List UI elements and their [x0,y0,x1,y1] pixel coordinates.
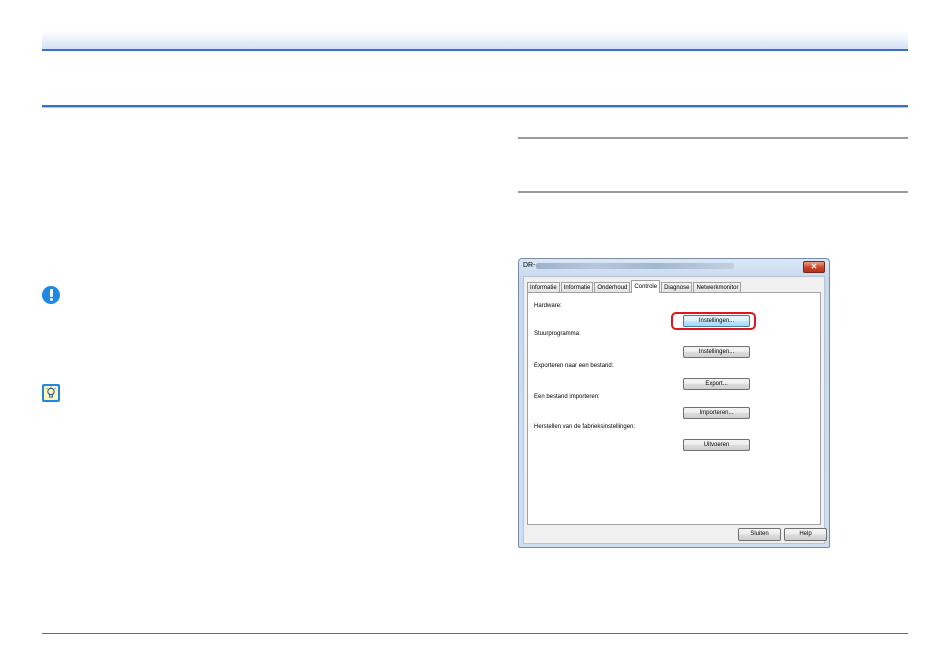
export-button[interactable]: Export... [683,378,750,390]
scanner-settings-dialog: DR- ✕ Informatie Informatie Onderhoud Co… [518,258,830,548]
important-icon [42,286,60,304]
tab-controle[interactable]: Controle [631,280,661,293]
dialog-client-area: Informatie Informatie Onderhoud Controle… [523,276,827,544]
close-button[interactable]: ✕ [803,261,825,273]
footer-rule [42,633,908,634]
dialog-title: DR- [523,262,536,269]
import-button[interactable]: Importeren... [683,407,750,419]
driver-label: Stuurprogramma: [534,331,581,337]
factory-reset-label: Herstellen van de fabrieksinstellingen: [534,424,636,430]
factory-reset-button[interactable]: Uitvoeren [683,439,750,451]
import-label: Een bestand importeren: [534,394,600,400]
step-rule-bottom [518,191,908,193]
header-band [42,30,908,51]
hardware-label: Hardware: [534,303,562,309]
dialog-titlebar[interactable]: DR- ✕ [519,259,829,275]
controle-panel: Hardware: Instellingen... Stuurprogramma… [527,292,821,525]
help-button[interactable]: Help [784,528,827,541]
lightbulb-icon [46,386,56,398]
step-rule-top [518,137,908,139]
dialog-title-blurred [536,263,734,269]
close-dialog-button[interactable]: Sluiten [738,528,781,541]
hint-icon [42,384,60,402]
hardware-settings-button[interactable]: Instellingen... [683,315,750,327]
export-label: Exporteren naar een bestand: [534,363,614,369]
section-rule [42,105,908,108]
close-icon: ✕ [810,262,818,271]
tab-bar: Informatie Informatie Onderhoud Controle… [527,280,742,293]
driver-settings-button[interactable]: Instellingen... [683,346,750,358]
